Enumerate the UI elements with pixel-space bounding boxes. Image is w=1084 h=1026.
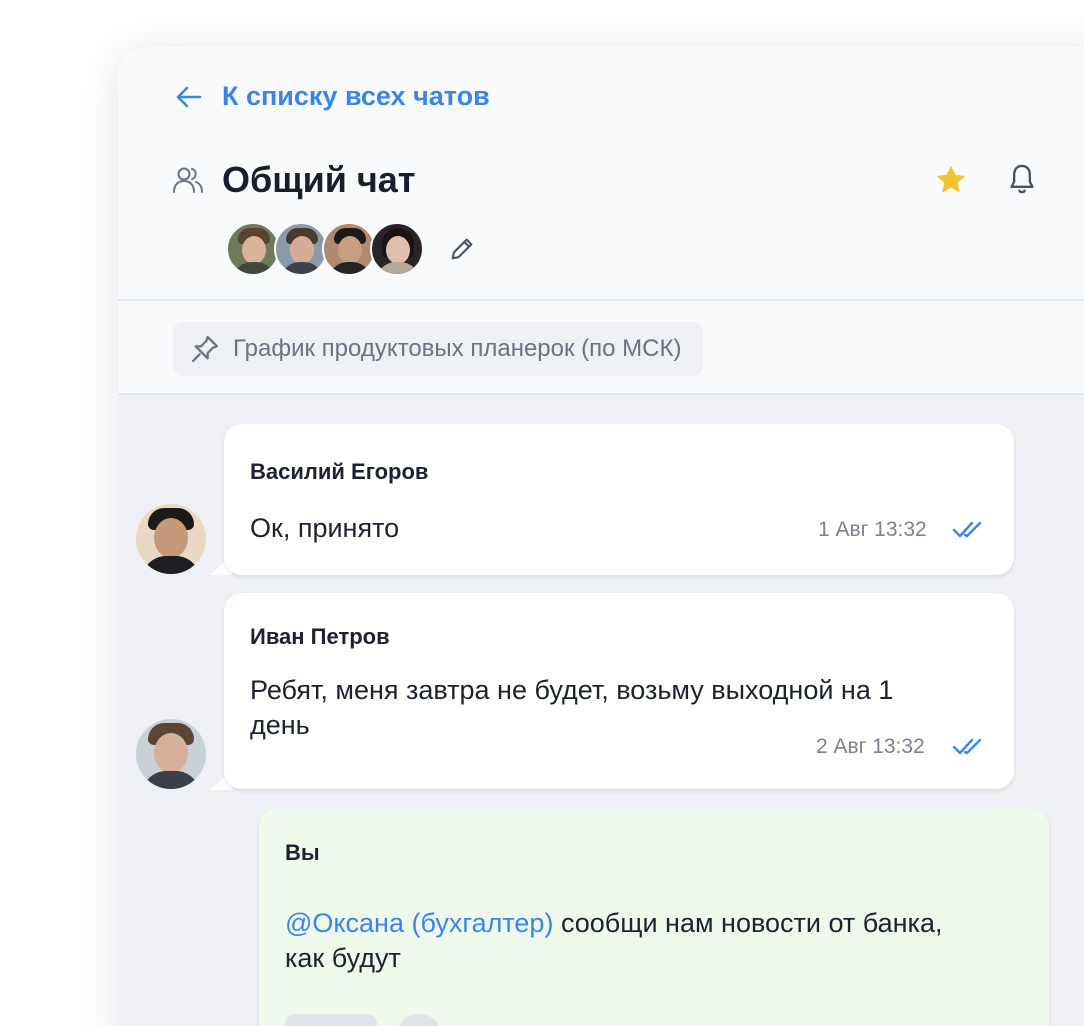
mention-link[interactable]: @Оксана (бухгалтер)	[285, 908, 553, 938]
message-text: Ок, принято	[250, 513, 400, 543]
chat-title: Общий чат	[222, 159, 416, 200]
message-text: @Оксана (бухгалтер) сообщи нам новости о…	[285, 906, 942, 976]
pinned-message[interactable]: График продуктовых планерок (по МСК)	[173, 322, 704, 376]
message-author: Василий Егоров	[250, 459, 429, 484]
back-link-label: К списку всех чатов	[222, 81, 490, 111]
star-icon[interactable]	[932, 162, 970, 198]
reaction-chip[interactable]	[285, 1014, 377, 1026]
participants-avatars[interactable]	[226, 222, 476, 276]
group-icon	[173, 167, 203, 193]
pinned-label: График продуктовых планерок (по МСК)	[233, 335, 682, 362]
avatar	[274, 222, 328, 276]
message-text-line: Ребят, меня завтра не будет, возьму выхо…	[250, 675, 894, 705]
avatar	[226, 222, 280, 276]
chat-header: К списку всех чатов Общий чат	[118, 47, 1084, 301]
own-message-bubble[interactable]: Вы @Оксана (бухгалтер) сообщи нам новост…	[259, 808, 1049, 1026]
message-time: 2 Авг 13:32	[816, 735, 925, 758]
message-text-line: сообщи нам новости от банка,	[553, 908, 943, 938]
message-text: Ребят, меня завтра не будет, возьму выхо…	[250, 673, 893, 743]
avatar[interactable]	[136, 719, 206, 789]
arrow-left-icon	[176, 86, 202, 107]
message-author: Иван Петров	[250, 624, 390, 649]
message-bubble[interactable]: Иван Петров Ребят, меня завтра не будет,…	[224, 593, 1014, 789]
message-text-line: как будут	[285, 943, 401, 973]
double-check-icon	[952, 738, 982, 755]
avatar[interactable]	[136, 504, 206, 574]
avatar	[370, 222, 424, 276]
double-check-icon	[952, 521, 982, 538]
bell-icon[interactable]	[1006, 162, 1038, 196]
message-time: 1 Авг 13:32	[818, 518, 927, 541]
edit-icon[interactable]	[448, 235, 476, 263]
back-to-chats-link[interactable]: К списку всех чатов	[174, 81, 490, 112]
reaction-chip[interactable]	[399, 1014, 439, 1026]
message-text-line: день	[250, 710, 310, 740]
message-author: Вы	[285, 840, 320, 865]
pin-icon	[191, 335, 219, 363]
title-row: Общий чат	[172, 159, 415, 201]
message-bubble[interactable]: Василий Егоров Ок, принято 1 Авг 13:32	[224, 424, 1014, 575]
chat-panel: К списку всех чатов Общий чат График про…	[118, 47, 1084, 1026]
avatar	[322, 222, 376, 276]
